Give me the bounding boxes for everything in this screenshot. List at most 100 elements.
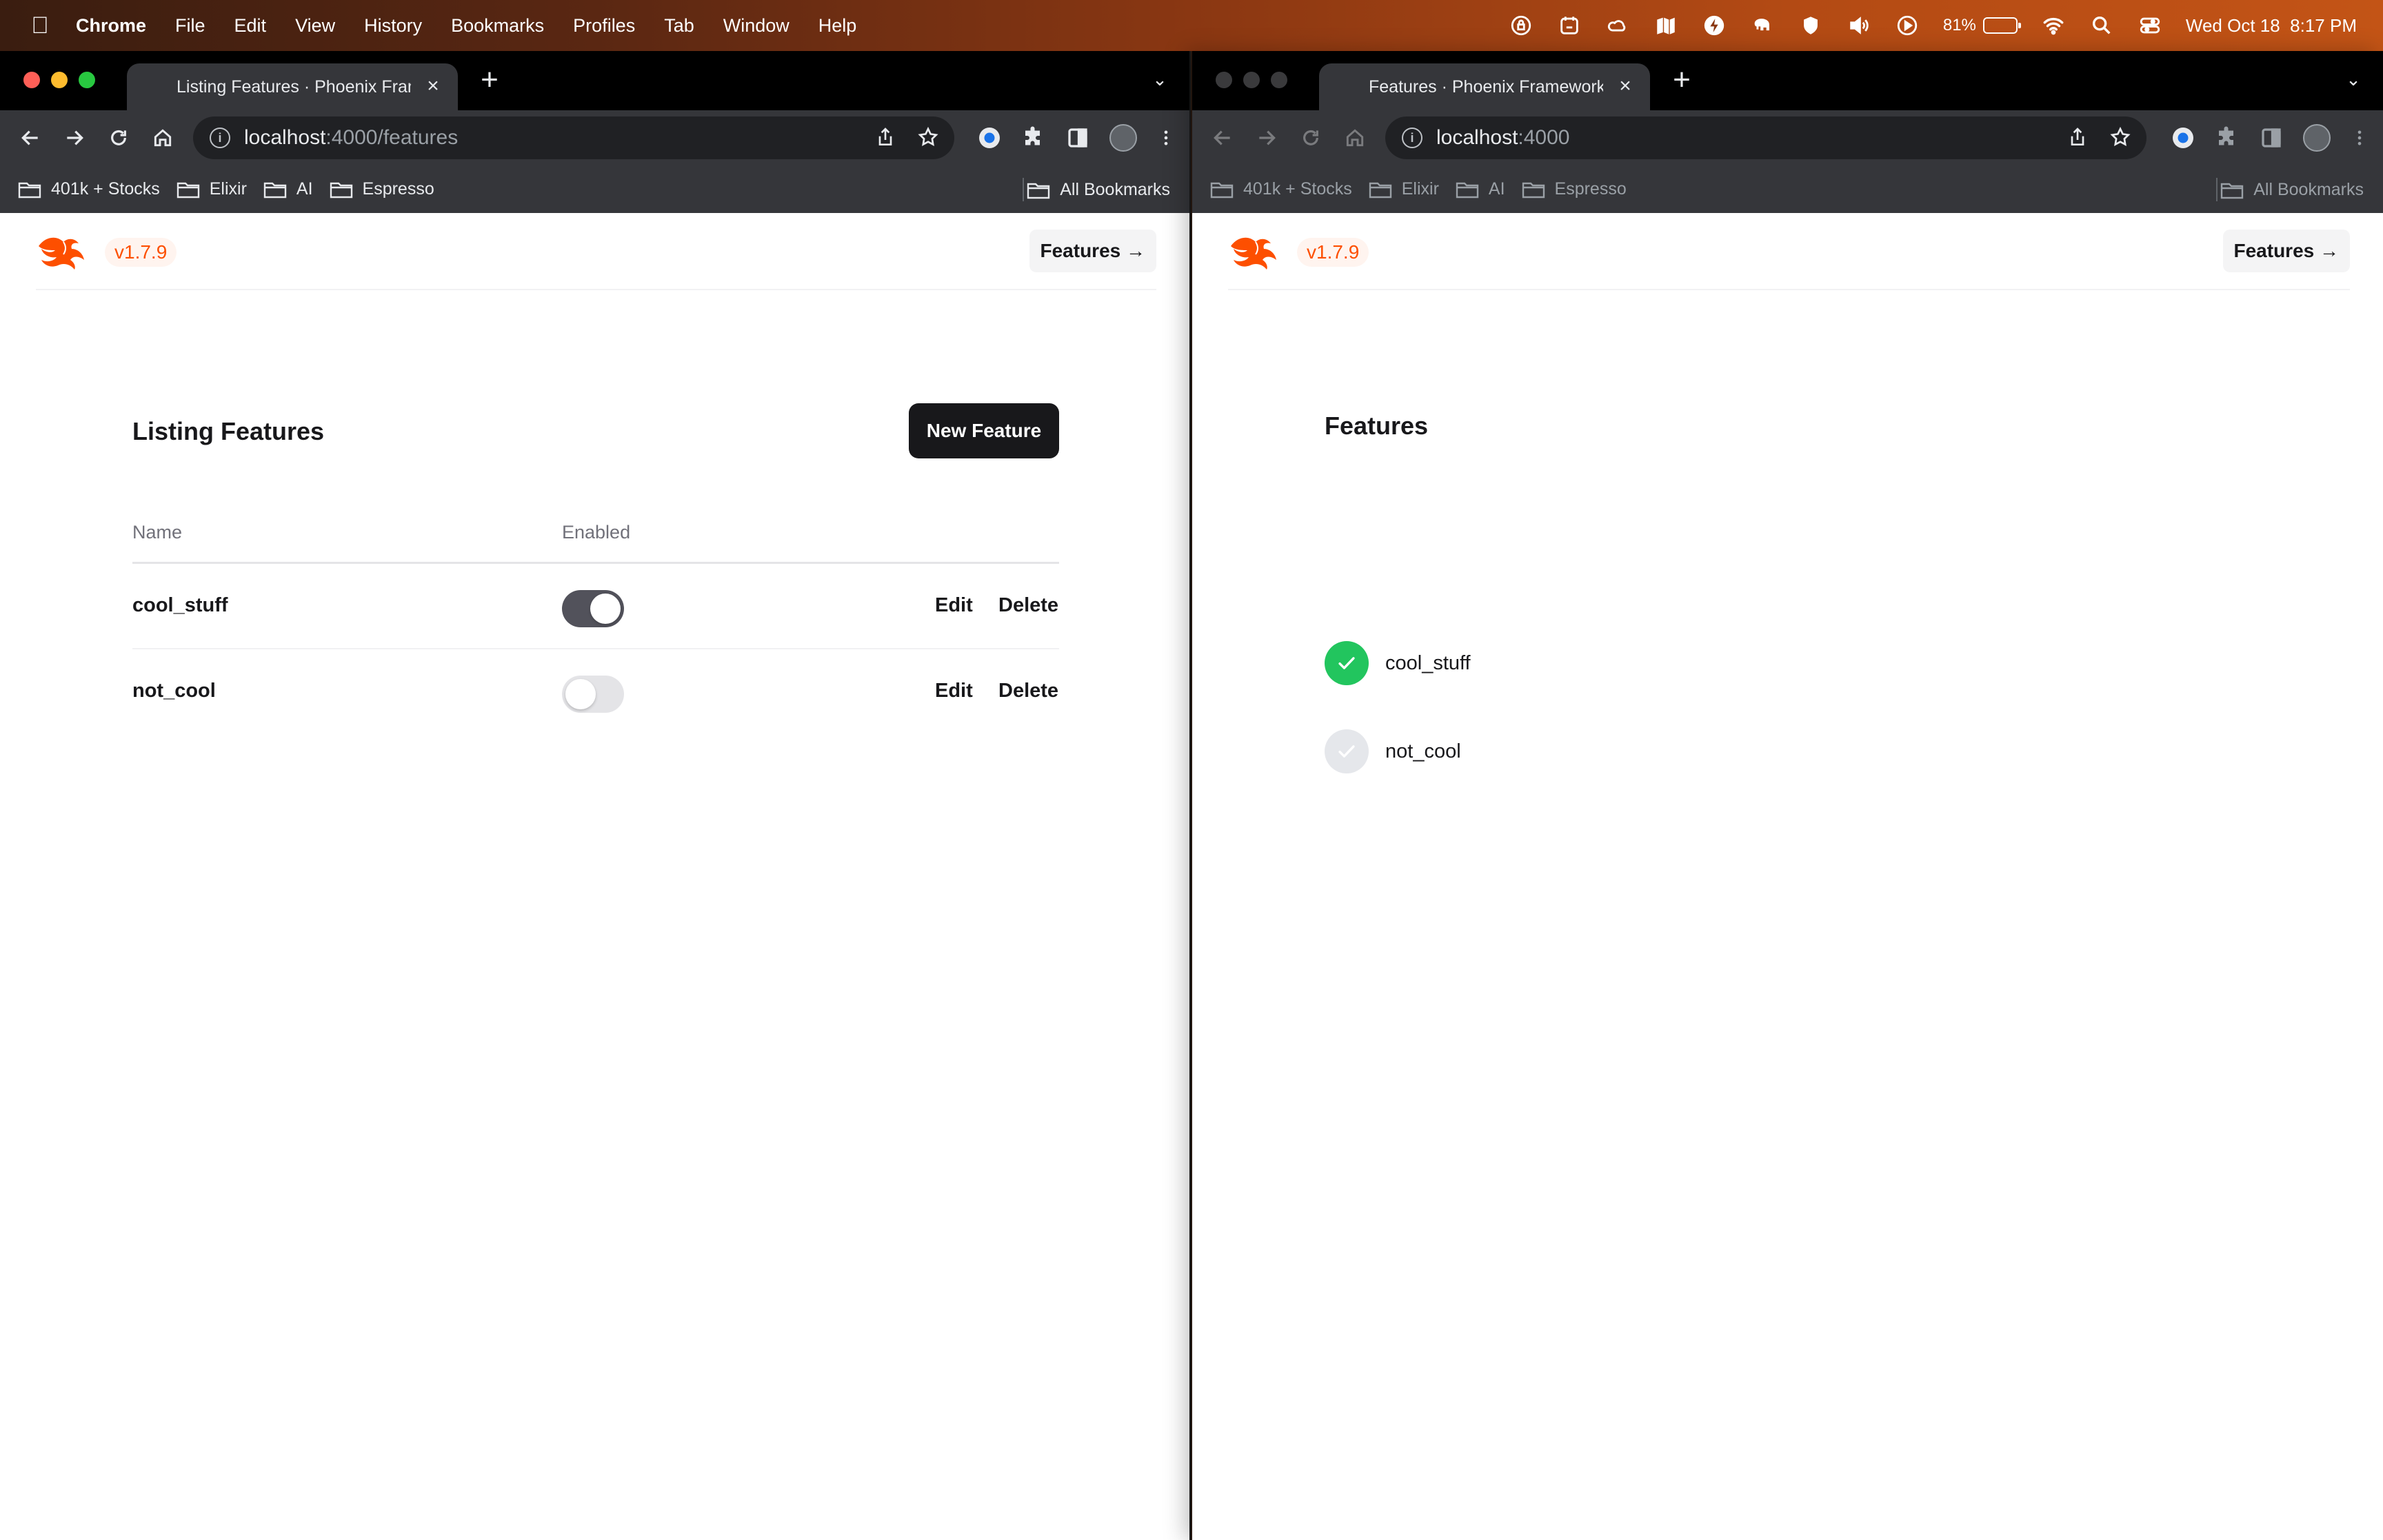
home-icon[interactable] [1341, 124, 1369, 152]
address-bar[interactable]: i localhost:4000/features [193, 116, 954, 159]
features-nav-link[interactable]: Features → [2222, 230, 2350, 272]
clock[interactable]: Wed Oct 18 8:17 PM [2186, 15, 2357, 37]
bookmark-folder-401k[interactable]: 401k + Stocks [18, 179, 160, 199]
table-row[interactable]: not_cool Edit Delete [132, 649, 1059, 732]
bookmark-folder-ai[interactable]: AI [263, 179, 313, 199]
reload-icon[interactable] [105, 124, 132, 152]
new-tab-button[interactable]: + [474, 65, 505, 97]
back-arrow-icon[interactable] [17, 124, 44, 152]
extensions-puzzle-icon[interactable] [1021, 125, 1046, 150]
shield-icon[interactable] [1798, 13, 1823, 38]
phoenix-logo-icon[interactable] [1228, 232, 1278, 271]
bookmark-star-icon[interactable] [917, 126, 939, 148]
site-header: v1.7.9 Features → [36, 213, 1156, 290]
address-bar[interactable]: i localhost:4000 [1385, 116, 2146, 159]
enabled-toggle[interactable] [562, 676, 624, 713]
folder-icon [1369, 182, 1391, 198]
folder-icon [263, 182, 287, 198]
apple-menu-icon[interactable]:  [26, 12, 54, 39]
phoenix-logo-icon[interactable] [36, 232, 86, 271]
site-info-icon[interactable]: i [1402, 128, 1422, 148]
site-info-icon[interactable]: i [210, 128, 230, 148]
menu-app-chrome[interactable]: Chrome [76, 15, 146, 37]
reload-icon[interactable] [1297, 124, 1325, 152]
password-extension-icon[interactable] [977, 125, 1002, 150]
extensions-puzzle-icon[interactable] [2215, 125, 2240, 150]
battery-indicator[interactable]: 81% [1943, 16, 2021, 35]
wifi-icon[interactable] [2041, 13, 2066, 38]
elephant-icon[interactable] [1750, 13, 1775, 38]
bookmark-folder-elixir[interactable]: Elixir [1369, 179, 1439, 199]
edit-link[interactable]: Edit [935, 680, 973, 702]
zoom-window-button[interactable] [1271, 72, 1287, 88]
bookmark-folder-espresso[interactable]: Espresso [330, 179, 434, 199]
more-menu-icon[interactable] [2350, 125, 2369, 150]
home-icon[interactable] [149, 124, 177, 152]
tab-search-chevron-icon[interactable]: ⌄ [2342, 69, 2365, 92]
profile-avatar[interactable] [1109, 124, 1137, 152]
lock-app-icon[interactable] [1509, 13, 1534, 38]
feature-name: not_cool [132, 680, 216, 702]
weather-icon[interactable] [1605, 13, 1630, 38]
new-tab-button[interactable]: + [1667, 65, 1697, 97]
menu-edit[interactable]: Edit [234, 15, 267, 37]
volume-icon[interactable] [1847, 13, 1871, 38]
bookmark-folder-401k[interactable]: 401k + Stocks [1210, 179, 1352, 199]
delete-link[interactable]: Delete [998, 680, 1058, 702]
map-icon[interactable] [1653, 13, 1678, 38]
spotlight-search-icon[interactable] [2089, 13, 2114, 38]
url-host: localhost [1436, 126, 1518, 149]
more-menu-icon[interactable] [1156, 125, 1176, 150]
bookmark-folder-espresso[interactable]: Espresso [1522, 179, 1627, 199]
all-bookmarks-label: All Bookmarks [1060, 180, 1170, 199]
delete-link[interactable]: Delete [998, 594, 1058, 617]
menu-history[interactable]: History [364, 15, 422, 37]
close-tab-icon[interactable]: × [422, 76, 444, 98]
edit-link[interactable]: Edit [935, 594, 973, 617]
features-nav-link[interactable]: Features → [1029, 230, 1156, 272]
menu-help[interactable]: Help [818, 15, 857, 37]
all-bookmarks-button[interactable]: All Bookmarks [1027, 180, 1170, 200]
enabled-toggle[interactable] [562, 590, 624, 627]
control-center-icon[interactable] [2138, 13, 2162, 38]
bookmark-folder-ai[interactable]: AI [1456, 179, 1505, 199]
minimize-window-button[interactable] [51, 72, 68, 88]
folder-icon [18, 182, 41, 198]
close-window-button[interactable] [23, 72, 40, 88]
tab-search-chevron-icon[interactable]: ⌄ [1148, 69, 1172, 92]
close-tab-icon[interactable]: × [1614, 76, 1636, 98]
bookmark-folder-elixir[interactable]: Elixir [177, 179, 247, 199]
folder-icon [2221, 183, 2244, 199]
bookmark-label: 401k + Stocks [51, 179, 160, 199]
password-extension-icon[interactable] [2171, 125, 2195, 150]
calendar-app-icon[interactable] [1557, 13, 1582, 38]
menu-file[interactable]: File [175, 15, 205, 37]
forward-arrow-icon[interactable] [61, 124, 88, 152]
menu-view[interactable]: View [295, 15, 335, 37]
tab-listing-features[interactable]: Listing Features · Phoenix Framework × [127, 63, 458, 110]
share-icon[interactable] [2067, 126, 2089, 148]
menu-window[interactable]: Window [723, 15, 790, 37]
forward-arrow-icon[interactable] [1253, 124, 1280, 152]
all-bookmarks-button[interactable]: All Bookmarks [2220, 180, 2364, 200]
menu-tab[interactable]: Tab [664, 15, 694, 37]
browser-toolbar: i localhost:4000 [1192, 110, 2383, 165]
tab-features[interactable]: Features · Phoenix Framework × [1319, 63, 1650, 110]
zoom-window-button[interactable] [79, 72, 95, 88]
back-arrow-icon[interactable] [1209, 124, 1236, 152]
table-row[interactable]: cool_stuff Edit Delete [132, 564, 1059, 649]
close-window-button[interactable] [1216, 72, 1232, 88]
play-icon[interactable] [1895, 13, 1920, 38]
side-panel-icon[interactable] [2259, 125, 2284, 150]
new-feature-button[interactable]: New Feature [909, 403, 1059, 458]
bookmark-star-icon[interactable] [2109, 126, 2131, 148]
bookmarks-bar: 401k + Stocks Elixir AI Espresso All Boo… [0, 165, 1189, 213]
share-icon[interactable] [874, 126, 896, 148]
side-panel-icon[interactable] [1065, 125, 1090, 150]
browser-chrome: Listing Features · Phoenix Framework × +… [0, 51, 1189, 213]
menu-bookmarks[interactable]: Bookmarks [451, 15, 544, 37]
menu-profiles[interactable]: Profiles [573, 15, 635, 37]
bolt-icon[interactable] [1702, 13, 1727, 38]
minimize-window-button[interactable] [1243, 72, 1260, 88]
profile-avatar[interactable] [2303, 124, 2331, 152]
